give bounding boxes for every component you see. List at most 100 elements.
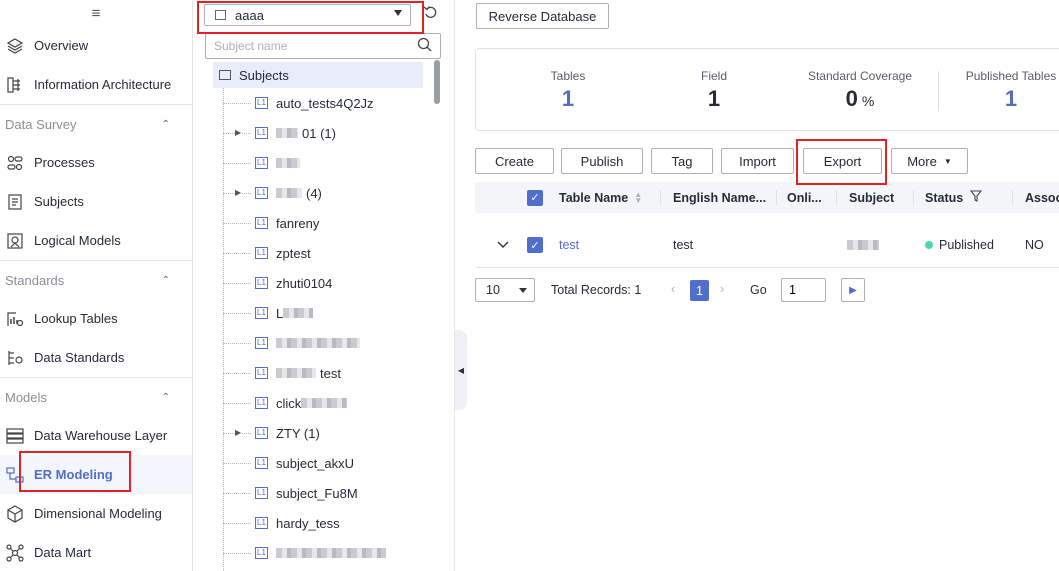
tree-node[interactable]: L1 subject_Fu8M: [213, 478, 423, 508]
sort-icon[interactable]: ▲ ▼: [634, 190, 642, 204]
stat-field: Field 1: [684, 69, 744, 112]
nav-item-overview[interactable]: Overview: [0, 26, 192, 65]
folder-icon: [219, 70, 231, 80]
caret-down-icon: [519, 288, 527, 293]
check-icon: ✓: [527, 237, 543, 253]
go-page-input[interactable]: [781, 278, 826, 302]
import-button[interactable]: Import: [721, 148, 794, 174]
tree-root-label: Subjects: [239, 67, 289, 83]
tree-node[interactable]: L1 L: [213, 298, 423, 328]
level-tag: L1: [255, 457, 268, 469]
nav-item-label: Overview: [34, 38, 89, 53]
nav-item-logical-models[interactable]: Logical Models: [0, 221, 192, 260]
stat-value: 1: [1004, 86, 1018, 111]
row-checkbox[interactable]: ✓: [527, 224, 543, 266]
page-size-select[interactable]: 10: [475, 278, 535, 302]
prev-page-icon[interactable]: ‹: [671, 282, 675, 296]
nav-item-dimensional-modeling[interactable]: Dimensional Modeling: [0, 494, 192, 533]
next-page-icon[interactable]: ›: [720, 282, 724, 296]
tree-node[interactable]: L1: [213, 538, 423, 568]
filter-icon[interactable]: [970, 190, 983, 205]
tree-root[interactable]: Subjects: [213, 62, 423, 88]
nav-item-label: ER Modeling: [34, 467, 113, 482]
tree-node[interactable]: ▶ L1 (4): [213, 178, 423, 208]
tree-node-label: click: [276, 395, 302, 411]
nav-item-information-architecture[interactable]: Information Architecture: [0, 65, 192, 104]
level-tag: L1: [255, 157, 268, 169]
col-online[interactable]: Onli...: [787, 182, 837, 213]
tree-node[interactable]: ▶ L1 01 (1): [213, 118, 423, 148]
publish-button[interactable]: Publish: [561, 148, 643, 174]
tree-node[interactable]: L1 fanreny: [213, 208, 423, 238]
pagination: 10 Total Records: 1 ‹ 1 › Go ▶: [475, 278, 1059, 302]
nav-item-label: Processes: [34, 155, 95, 170]
nav-group-data-survey[interactable]: Data Survey ⌃: [0, 104, 192, 143]
chevron-up-icon: ⌃: [161, 391, 170, 403]
nav-group-standards[interactable]: Standards ⌃: [0, 260, 192, 299]
nav-item-label: Information Architecture: [34, 77, 172, 92]
table-name-link[interactable]: test: [559, 224, 579, 266]
nav-group-label: Standards: [5, 272, 65, 288]
nav-item-processes[interactable]: Processes: [0, 143, 192, 182]
left-nav: ≡ Overview Information Architecture Data…: [0, 0, 193, 571]
tree-node[interactable]: ▶ L1 ZTY (1): [213, 418, 423, 448]
col-subject[interactable]: Subject: [849, 182, 914, 213]
level-tag: L1: [255, 397, 268, 409]
tree-node[interactable]: L1 click: [213, 388, 423, 418]
level-tag: L1: [255, 127, 268, 139]
nav-item-label: Data Mart: [34, 545, 92, 560]
nav-item-data-standards[interactable]: Data Standards: [0, 338, 192, 377]
more-label: More: [907, 153, 937, 169]
col-status[interactable]: Status: [925, 182, 1013, 213]
stat-title: Field: [700, 69, 727, 83]
caret-down-icon: ▼: [943, 156, 952, 166]
nav-item-data-warehouse-layer[interactable]: Data Warehouse Layer: [0, 416, 192, 455]
tree-node-label: subject_akxU: [276, 455, 355, 471]
tree-node[interactable]: L1: [213, 328, 423, 358]
redacted-text: [276, 158, 300, 168]
main-content: Reverse Database Tables 1 Field 1 Standa…: [456, 0, 1059, 571]
tree-node[interactable]: L1 test: [213, 358, 423, 388]
nav-item-data-mart[interactable]: Data Mart: [0, 533, 192, 571]
level-tag: L1: [255, 247, 268, 259]
tree-node[interactable]: L1 zhuti0104: [213, 268, 423, 298]
export-button[interactable]: Export: [803, 148, 882, 174]
chevron-up-icon: ⌃: [161, 118, 170, 130]
go-button[interactable]: ▶: [841, 278, 865, 302]
reverse-database-button[interactable]: Reverse Database: [476, 3, 609, 29]
nav-group-models[interactable]: Models ⌃: [0, 377, 192, 416]
tag-button[interactable]: Tag: [651, 148, 713, 174]
hamburger-icon[interactable]: ≡: [0, 0, 192, 26]
col-assoc[interactable]: Assoc: [1025, 182, 1059, 213]
tree-node-label: L: [276, 305, 284, 321]
caret-right-icon[interactable]: ▶: [235, 128, 242, 137]
tree-node[interactable]: L1 hardy_tess: [213, 508, 423, 538]
select-all-checkbox[interactable]: ✓: [527, 182, 543, 213]
col-table-name[interactable]: Table Name ▲ ▼: [559, 182, 661, 213]
undo-icon[interactable]: [423, 5, 439, 21]
redacted-text: [283, 308, 314, 318]
tree-node[interactable]: L1 zptest: [213, 238, 423, 268]
subject-search-input[interactable]: [214, 39, 417, 53]
page-1-button[interactable]: 1: [690, 280, 709, 301]
nav-item-lookup-tables[interactable]: Lookup Tables: [0, 299, 192, 338]
col-label: Assoc: [1025, 190, 1059, 205]
caret-right-icon[interactable]: ▶: [235, 188, 242, 197]
caret-right-icon[interactable]: ▶: [235, 428, 242, 437]
tree-node[interactable]: L1: [213, 148, 423, 178]
page-size-value: 10: [486, 283, 500, 297]
col-english-name[interactable]: English Name...: [673, 182, 777, 213]
redacted-text: [276, 368, 316, 378]
expand-row-icon[interactable]: [497, 224, 509, 266]
tree-node[interactable]: L1 auto_tests4Q2Jz: [213, 88, 423, 118]
tree-node[interactable]: L1 subject_akxU: [213, 448, 423, 478]
create-button[interactable]: Create: [475, 148, 554, 174]
level-tag: L1: [255, 547, 268, 559]
workspace-select[interactable]: aaaa: [204, 4, 411, 26]
tree-scrollbar[interactable]: [434, 60, 440, 104]
nav-item-subjects[interactable]: Subjects: [0, 182, 192, 221]
search-icon[interactable]: [417, 37, 432, 55]
more-button[interactable]: More ▼: [891, 148, 968, 174]
nav-item-er-modeling[interactable]: ER Modeling: [0, 455, 192, 494]
tree-node-label: (4): [306, 185, 322, 201]
